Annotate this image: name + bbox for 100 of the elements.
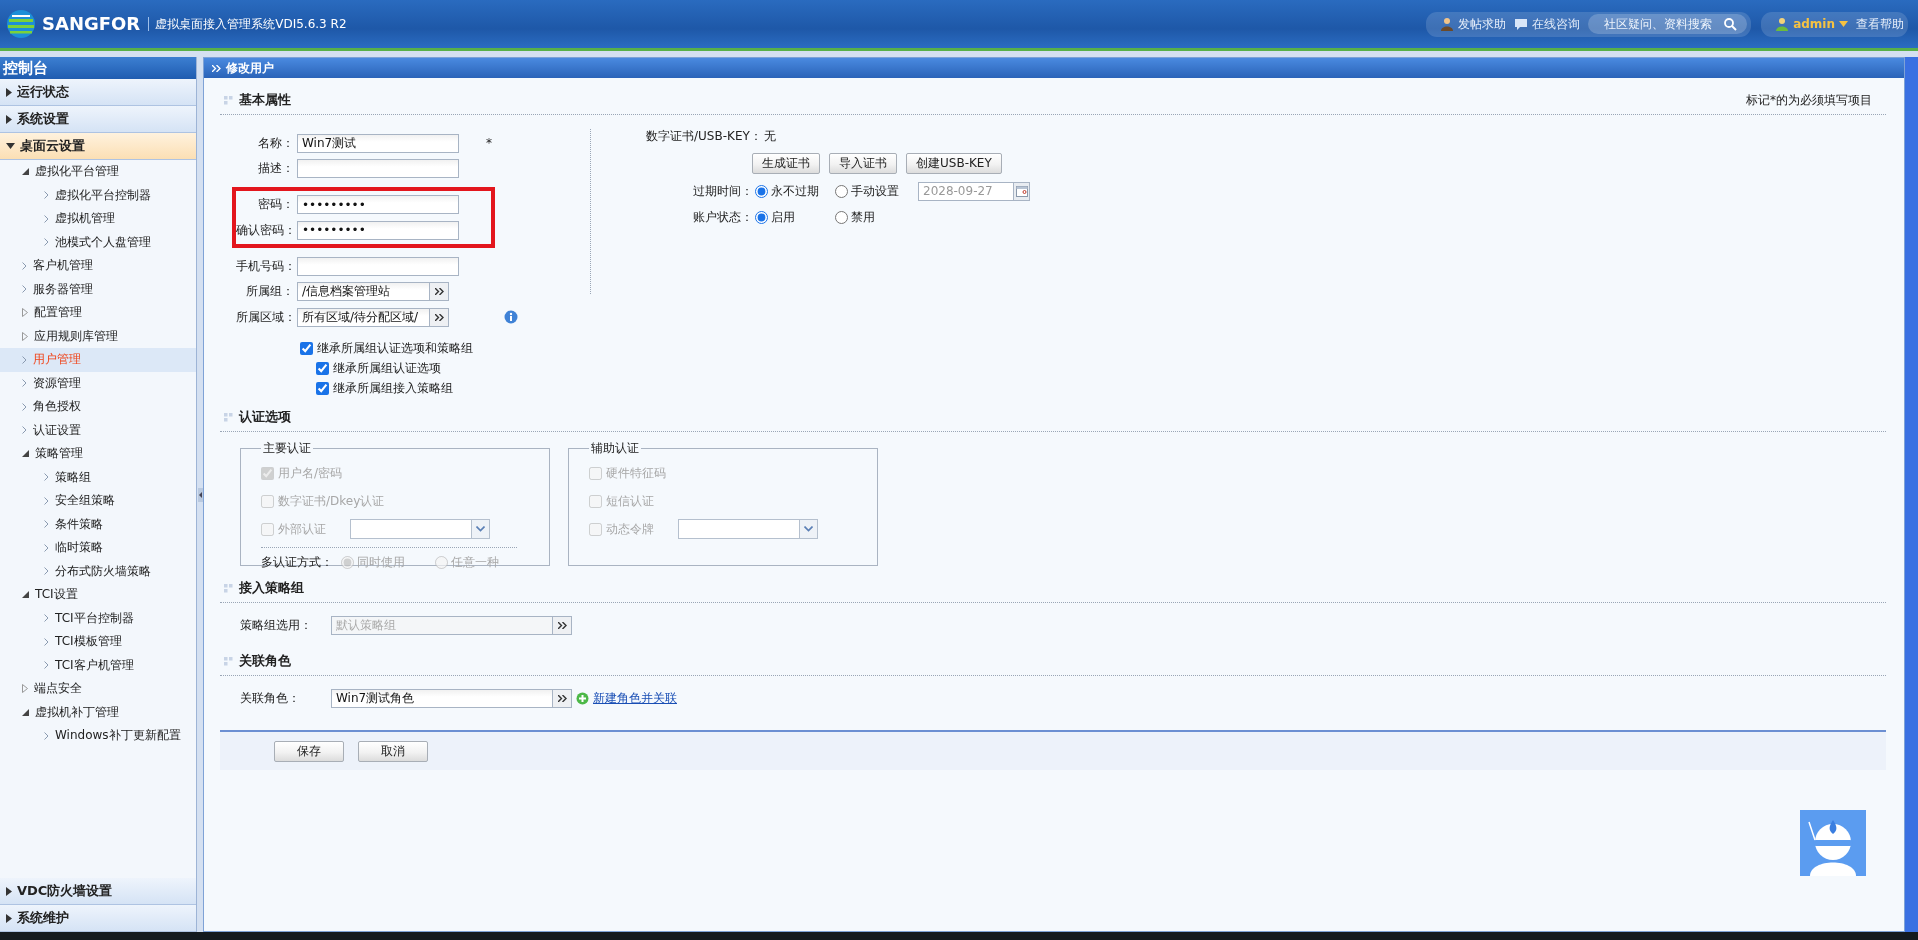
- checkbox-label: 硬件特征码: [606, 464, 666, 482]
- tree-item[interactable]: 虚拟化平台控制器: [0, 183, 196, 207]
- grip-icon: [224, 656, 233, 666]
- tree-item[interactable]: TCI设置: [0, 583, 196, 607]
- dropdown[interactable]: [678, 519, 818, 539]
- double-chevron-icon: [434, 313, 444, 321]
- field-label: 描述：: [257, 160, 295, 177]
- dropdown[interactable]: [350, 519, 490, 539]
- text-field[interactable]: Win7测试: [297, 133, 459, 153]
- tree-item[interactable]: TCI客户机管理: [0, 653, 196, 677]
- tree-item[interactable]: 应用规则库管理: [0, 324, 196, 348]
- group-legend: 辅助认证: [589, 440, 641, 457]
- text-field[interactable]: •••••••••: [297, 220, 459, 240]
- expanded-icon: [22, 450, 29, 458]
- tree-item[interactable]: 策略管理: [0, 442, 196, 466]
- grip-icon: [224, 583, 233, 593]
- caret-icon: [6, 913, 12, 923]
- picker-field[interactable]: Win7测试角色: [331, 688, 553, 708]
- system-title: 虚拟桌面接入管理系统VDI5.6.3 R2: [155, 15, 347, 33]
- collapse-handle[interactable]: [197, 487, 203, 502]
- expanded-icon: [22, 591, 29, 599]
- radio-label: 禁用: [851, 208, 875, 226]
- checkbox[interactable]: [316, 361, 329, 375]
- action-button[interactable]: 保存: [274, 740, 344, 762]
- caret-icon: [1839, 21, 1848, 27]
- grip-icon: [224, 95, 233, 105]
- section-title: 基本属性: [239, 91, 291, 109]
- sidebar-section[interactable]: 运行状态: [0, 79, 196, 106]
- search-field[interactable]: 社区疑问、资料搜索: [1588, 14, 1748, 34]
- field-label: 账户状态：: [693, 208, 753, 226]
- certificate-button[interactable]: 创建USB-KEY: [906, 153, 1002, 174]
- radio-label: 任意一种: [451, 553, 499, 571]
- tree-item[interactable]: 端点安全: [0, 677, 196, 701]
- text-field[interactable]: [297, 159, 459, 178]
- radio-button[interactable]: [835, 184, 848, 198]
- sidebar-section[interactable]: 系统设置: [0, 106, 196, 133]
- certificate-value: 无: [763, 127, 776, 145]
- double-chevron-icon: [212, 64, 221, 72]
- certificate-button[interactable]: 生成证书: [752, 153, 820, 174]
- chevron-icon: [22, 426, 27, 435]
- sidebar-section[interactable]: 桌面云设置: [0, 133, 196, 160]
- field-label: 关联角色：: [240, 689, 301, 707]
- browse-button[interactable]: [553, 688, 572, 708]
- tree-item[interactable]: 虚拟化平台管理: [0, 160, 196, 184]
- picker-field[interactable]: /信息档案管理站: [297, 282, 430, 301]
- radio-button[interactable]: [755, 210, 768, 224]
- text-field[interactable]: •••••••••: [297, 195, 459, 214]
- sidebar-section[interactable]: VDC防火墙设置: [0, 878, 196, 905]
- caret-icon: [6, 886, 12, 896]
- tree-item[interactable]: 池模式个人盘管理: [0, 230, 196, 254]
- field-label: 确认密码：: [236, 221, 297, 239]
- new-role-link[interactable]: 新建角色并关联: [593, 689, 677, 707]
- tree-item[interactable]: 分布式防火墙策略: [0, 559, 196, 583]
- tree-item[interactable]: 角色授权: [0, 395, 196, 419]
- field-label: 多认证方式：: [261, 553, 333, 571]
- collapsed-icon: [22, 684, 28, 694]
- tree-item[interactable]: 临时策略: [0, 536, 196, 560]
- expanded-icon: [22, 168, 29, 176]
- radio-label: 手动设置: [851, 182, 899, 200]
- tree-item[interactable]: 条件策略: [0, 512, 196, 536]
- helmet-figure-icon: [1800, 810, 1866, 876]
- caret-icon: [6, 114, 12, 124]
- calendar-button[interactable]: [1014, 181, 1030, 201]
- checkbox[interactable]: [300, 341, 313, 355]
- tree-item[interactable]: 配置管理: [0, 301, 196, 325]
- field-label: 过期时间：: [693, 182, 753, 200]
- tree-item[interactable]: TCI平台控制器: [0, 606, 196, 630]
- browse-button[interactable]: [553, 615, 572, 635]
- tree-item[interactable]: 虚拟机补丁管理: [0, 700, 196, 724]
- tree-item[interactable]: 客户机管理: [0, 254, 196, 278]
- action-button[interactable]: 取消: [358, 740, 428, 762]
- double-chevron-icon: [557, 621, 567, 629]
- sidebar-section[interactable]: 系统维护: [0, 905, 196, 932]
- radio-button[interactable]: [755, 184, 768, 198]
- tree-item[interactable]: 策略组: [0, 465, 196, 489]
- browse-button[interactable]: [430, 307, 449, 327]
- picker-field[interactable]: 所有区域/待分配区域/: [297, 307, 430, 327]
- top-link[interactable]: 在线咨询: [1514, 13, 1581, 35]
- chevron-icon: [22, 379, 27, 388]
- top-link[interactable]: 发帖求助: [1440, 13, 1507, 35]
- text-field[interactable]: [297, 256, 459, 276]
- checkbox[interactable]: [316, 381, 329, 395]
- chevron-icon: [44, 637, 49, 646]
- tree-item[interactable]: TCI模板管理: [0, 630, 196, 654]
- tree-item[interactable]: 安全组策略: [0, 489, 196, 513]
- certificate-button[interactable]: 导入证书: [829, 153, 897, 174]
- help-link[interactable]: 查看帮助: [1856, 13, 1904, 35]
- chevron-icon: [22, 355, 27, 364]
- tree-item[interactable]: 服务器管理: [0, 277, 196, 301]
- tree-item[interactable]: 虚拟机管理: [0, 207, 196, 231]
- tree-item[interactable]: 认证设置: [0, 418, 196, 442]
- chevron-icon: [44, 238, 49, 247]
- brand-name: SANGFOR: [42, 17, 150, 31]
- browse-button[interactable]: [430, 282, 449, 301]
- radio-button[interactable]: [835, 210, 848, 224]
- tree-item[interactable]: Windows补丁更新配置: [0, 724, 196, 748]
- chevron-icon: [44, 214, 49, 223]
- tree-item[interactable]: 资源管理: [0, 371, 196, 395]
- field-label: 密码：: [257, 196, 295, 213]
- chevron-icon: [44, 731, 49, 740]
